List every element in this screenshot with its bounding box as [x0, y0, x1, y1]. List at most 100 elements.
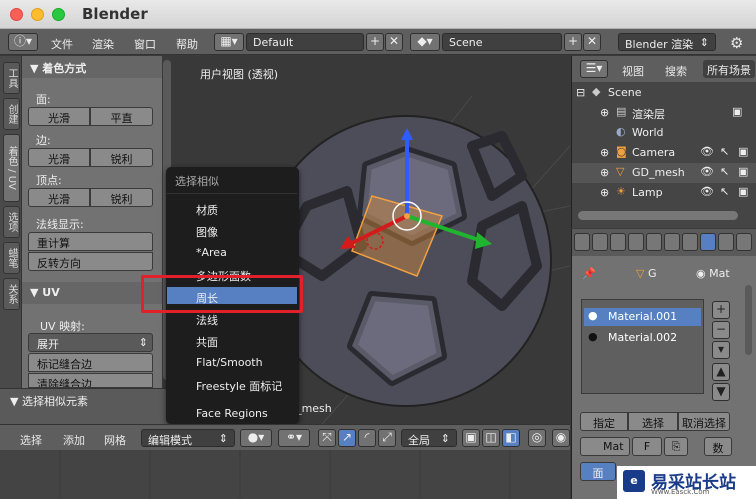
menu-item-coplanar[interactable]: 共面	[196, 334, 218, 350]
scene-icon[interactable]: ◆▾	[410, 33, 440, 51]
outliner-row[interactable]: ⊕ ☀ Lamp 👁 ↖ ▣	[572, 183, 756, 203]
orientation-select[interactable]: 全局 ⇕	[401, 429, 457, 447]
outliner-type-icon[interactable]: ☰▾	[580, 60, 608, 78]
tab-options[interactable]: 选项	[3, 206, 20, 238]
breadcrumb-material[interactable]: Mat	[709, 267, 730, 280]
menu-render[interactable]: 渲染	[92, 36, 114, 52]
menu-select[interactable]: 选择	[20, 432, 42, 448]
eye-icon[interactable]: 👁	[700, 165, 714, 178]
edge-smooth-button[interactable]: 光滑	[28, 148, 90, 167]
remove-layout-icon[interactable]: ✕	[385, 33, 403, 51]
expand-icon[interactable]: ⊕	[600, 146, 609, 159]
eye-icon[interactable]: 👁	[700, 185, 714, 198]
outliner-row[interactable]: ◐ World	[572, 123, 756, 143]
occlude-icon[interactable]: ◎	[528, 429, 546, 447]
vertex-select-icon[interactable]: ▣	[462, 429, 480, 447]
deselect-button[interactable]: 取消选择	[678, 412, 730, 431]
menu-window[interactable]: 窗口	[134, 36, 156, 52]
expand-icon[interactable]: ⊕	[600, 166, 609, 179]
translate-icon[interactable]: ↗	[338, 429, 356, 447]
layout-field[interactable]: Default	[246, 33, 364, 51]
eye-icon[interactable]: 👁	[700, 145, 714, 158]
face-tab-button[interactable]: 面	[580, 462, 616, 481]
remove-scene-icon[interactable]: ✕	[583, 33, 601, 51]
redo-panel-header[interactable]: ▼ 选择相似元素	[10, 393, 88, 409]
minimize-window-button[interactable]	[31, 8, 44, 21]
pivot-icon[interactable]: ⚭▾	[278, 429, 310, 447]
render-icon[interactable]: ▣	[738, 165, 748, 178]
rotate-icon[interactable]: ◜	[358, 429, 376, 447]
outliner-row[interactable]: ⊕ ◙ Camera 👁 ↖ ▣	[572, 143, 756, 163]
outliner-tab-search[interactable]: 搜索	[665, 63, 687, 79]
menu-item-freestyle[interactable]: Freestyle 面标记	[196, 378, 282, 394]
object-tab-icon[interactable]	[628, 233, 644, 251]
face-smooth-button[interactable]: 光滑	[28, 107, 90, 126]
menu-item-image[interactable]: 图像	[196, 224, 218, 240]
outliner-row[interactable]: ⊟ ◆ Scene	[572, 83, 756, 103]
outliner-tab-all-scenes[interactable]: 所有场景	[703, 60, 755, 78]
add-layout-icon[interactable]: +	[366, 33, 384, 51]
add-scene-icon[interactable]: +	[564, 33, 582, 51]
tab-create[interactable]: 创建	[3, 98, 20, 130]
slot-menu-icon[interactable]: ▾	[712, 341, 730, 359]
move-down-icon[interactable]: ▼	[712, 383, 730, 401]
shading-icon[interactable]: ●▾	[240, 429, 272, 447]
expand-icon[interactable]: ⊕	[600, 106, 609, 119]
render-engine-select[interactable]: Blender 渲染 ⇕	[618, 33, 716, 51]
manipulator-icon[interactable]: ⤧	[318, 429, 336, 447]
flip-normals-button[interactable]: 反转方向	[28, 252, 153, 271]
menu-mesh[interactable]: 网格	[104, 432, 126, 448]
face-flat-button[interactable]: 平直	[90, 107, 153, 126]
material-slot-2[interactable]: Material.002	[608, 331, 677, 344]
material-datablock-field[interactable]: Mat	[580, 437, 630, 456]
data-tab-icon[interactable]	[682, 233, 698, 251]
breadcrumb-object[interactable]: G	[648, 267, 657, 280]
particles-tab-icon[interactable]	[736, 233, 752, 251]
cursor-icon[interactable]: ↖	[720, 165, 729, 178]
menu-item-face-regions[interactable]: Face Regions	[196, 407, 268, 420]
constraint-tab-icon[interactable]	[646, 233, 662, 251]
mode-select[interactable]: 编辑模式 ⇕	[141, 429, 235, 447]
data-link-select[interactable]: 数	[704, 437, 732, 456]
menu-item-material[interactable]: 材质	[196, 202, 218, 218]
tab-tools[interactable]: 工具	[3, 62, 20, 94]
collapse-icon[interactable]: ⊟	[576, 86, 585, 99]
select-button[interactable]: 选择	[628, 412, 678, 431]
outliner-tab-view[interactable]: 视图	[622, 63, 644, 79]
render-icon[interactable]: ▣	[738, 145, 748, 158]
material-slot-1[interactable]: Material.001	[608, 310, 677, 323]
info-editor-type-button[interactable]: ⓘ▾	[8, 33, 38, 51]
vertex-sharp-button[interactable]: 锐利	[90, 188, 153, 207]
render-icon[interactable]: ▣	[738, 185, 748, 198]
expand-icon[interactable]: ⊕	[600, 186, 609, 199]
remove-slot-icon[interactable]: −	[712, 321, 730, 339]
menu-file[interactable]: 文件	[51, 36, 73, 52]
scale-icon[interactable]: ⤢	[378, 429, 396, 447]
outliner-scrollbar[interactable]	[578, 211, 738, 220]
modifier-tab-icon[interactable]	[664, 233, 680, 251]
shading-panel-header[interactable]: ▼ 着色方式	[22, 56, 162, 78]
material-tab-icon[interactable]	[700, 233, 716, 251]
menu-help[interactable]: 帮助	[176, 36, 198, 52]
maximize-window-button[interactable]	[52, 8, 65, 21]
menu-item-normal[interactable]: 法线	[196, 312, 218, 328]
layout-icon[interactable]: ▦▾	[214, 33, 244, 51]
mark-seam-button[interactable]: 标记缝合边	[28, 353, 153, 372]
tab-shading-uv[interactable]: 着色 / UV	[3, 134, 20, 202]
add-slot-icon[interactable]: +	[712, 301, 730, 319]
tab-grease-pencil[interactable]: 蜡笔	[3, 242, 20, 274]
edge-sharp-button[interactable]: 锐利	[90, 148, 153, 167]
texture-tab-icon[interactable]	[718, 233, 734, 251]
outliner-row[interactable]: ⊕ ▽ GD_mesh 👁 ↖ ▣	[572, 163, 756, 183]
fake-user-button[interactable]: F	[632, 437, 662, 456]
face-select-icon[interactable]: ◧	[502, 429, 520, 447]
menu-item-area[interactable]: *Area	[196, 246, 227, 259]
unwrap-button[interactable]: 展开 ⇕	[28, 333, 153, 352]
edge-select-icon[interactable]: ◫	[482, 429, 500, 447]
proportional-icon[interactable]: ◉	[552, 429, 570, 447]
clear-seam-button[interactable]: 清除缝合边	[28, 373, 153, 388]
assign-button[interactable]: 指定	[580, 412, 628, 431]
copy-icon[interactable]: ⎘	[664, 437, 688, 456]
cursor-icon[interactable]: ↖	[720, 145, 729, 158]
recalculate-normals-button[interactable]: 重计算	[28, 232, 153, 251]
